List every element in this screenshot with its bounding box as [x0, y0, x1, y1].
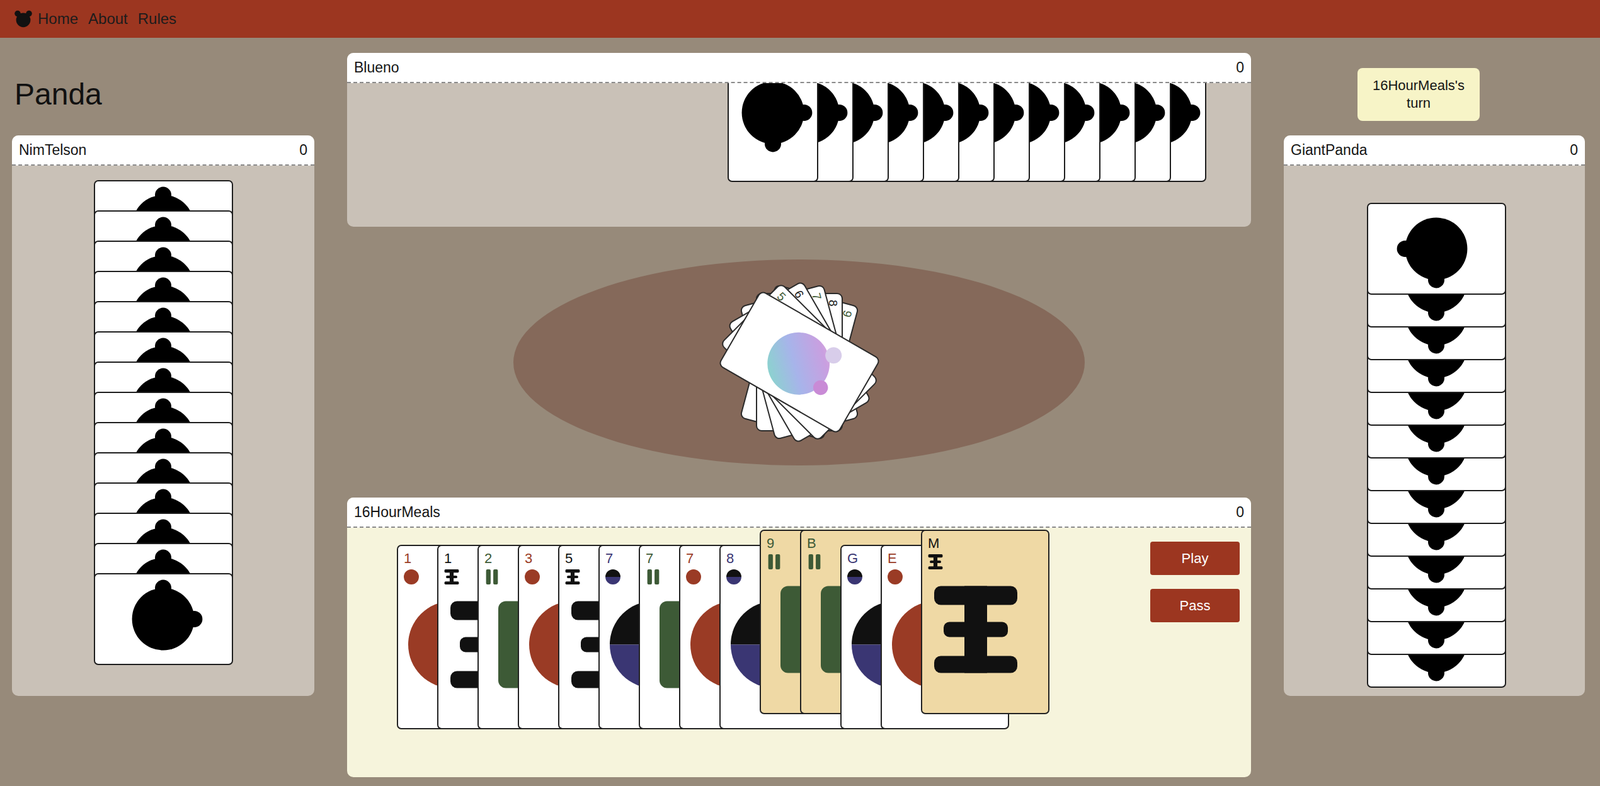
player-header: 16HourMeals 0 [347, 497, 1252, 528]
suit-icon [443, 568, 460, 586]
top-navbar: Home About Rules [0, 0, 1600, 38]
card-back [727, 83, 819, 183]
suit-icon [645, 568, 662, 586]
left-player-panel: NimTelson 0 [11, 135, 315, 697]
hand-card[interactable]: M [920, 529, 1050, 715]
player-score: 0 [1569, 139, 1578, 162]
player-name: Blueno [354, 56, 400, 79]
player-header: GiantPanda 0 [1283, 135, 1585, 166]
turn-indicator: 16HourMeals's turn [1357, 68, 1480, 121]
right-column: 16HourMeals's turn GiantPanda 0 [1283, 52, 1585, 778]
suit-icon [483, 568, 501, 586]
table-area: 98765 [347, 226, 1252, 498]
suit-icon [725, 568, 743, 586]
card-back [93, 573, 234, 666]
player-name: 16HourMeals [354, 501, 441, 524]
player-name: GiantPanda [1290, 139, 1367, 162]
play-button[interactable]: Play [1150, 541, 1240, 576]
player-score: 0 [299, 139, 308, 162]
card-back [1366, 202, 1507, 295]
table: 98765 [513, 259, 1085, 466]
action-buttons: Play Pass [1150, 527, 1252, 778]
suit-icon [524, 568, 541, 586]
suit-icon [846, 568, 863, 586]
turn-text: 16HourMeals's turn [1366, 76, 1471, 112]
player-name: NimTelson [18, 139, 87, 162]
player-header: NimTelson 0 [11, 135, 315, 166]
panda-logo-icon[interactable] [13, 9, 33, 29]
middle-column: Blueno 0 98765 16HourMeals 0 1123577789BGEM… [347, 52, 1252, 778]
title-text: Panda [14, 71, 103, 118]
suit-icon [403, 568, 420, 586]
card-value: M [922, 531, 1049, 552]
player-header: Blueno 0 [347, 52, 1252, 84]
player-score: 0 [1235, 56, 1245, 79]
nav-links: Home About Rules [37, 7, 177, 31]
card-stack [1283, 165, 1585, 688]
card-stack [347, 83, 1252, 227]
suit-icon [765, 553, 783, 571]
player-hand: 1123577789BGEM [347, 527, 1151, 778]
player-area: 1123577789BGEMPlay Pass [347, 527, 1252, 778]
suit-icon [564, 568, 581, 586]
top-player-panel: Blueno 0 [347, 52, 1252, 227]
suit-icon [604, 568, 622, 586]
player-panel: 16HourMeals 0 1123577789BGEMPlay Pass [347, 497, 1252, 778]
suit-art-icon [928, 577, 1023, 682]
suit-icon [806, 553, 823, 571]
player-score: 0 [1235, 501, 1245, 524]
nav-link-item[interactable]: Home [37, 7, 79, 31]
card-stack [11, 165, 315, 666]
turn-wrap: 16HourMeals's turn [1283, 52, 1585, 136]
suit-icon [927, 553, 944, 571]
suit-icon [886, 568, 904, 586]
left-column: Panda NimTelson 0 [11, 52, 315, 778]
discard-pile: 98765 [698, 267, 901, 457]
pass-button[interactable]: Pass [1150, 588, 1240, 623]
nav-link-item[interactable]: Rules [137, 7, 177, 31]
nav-link-item[interactable]: About [88, 7, 128, 31]
right-player-panel: GiantPanda 0 [1283, 135, 1585, 697]
game-title: Panda [11, 52, 315, 136]
suit-icon [685, 568, 702, 586]
